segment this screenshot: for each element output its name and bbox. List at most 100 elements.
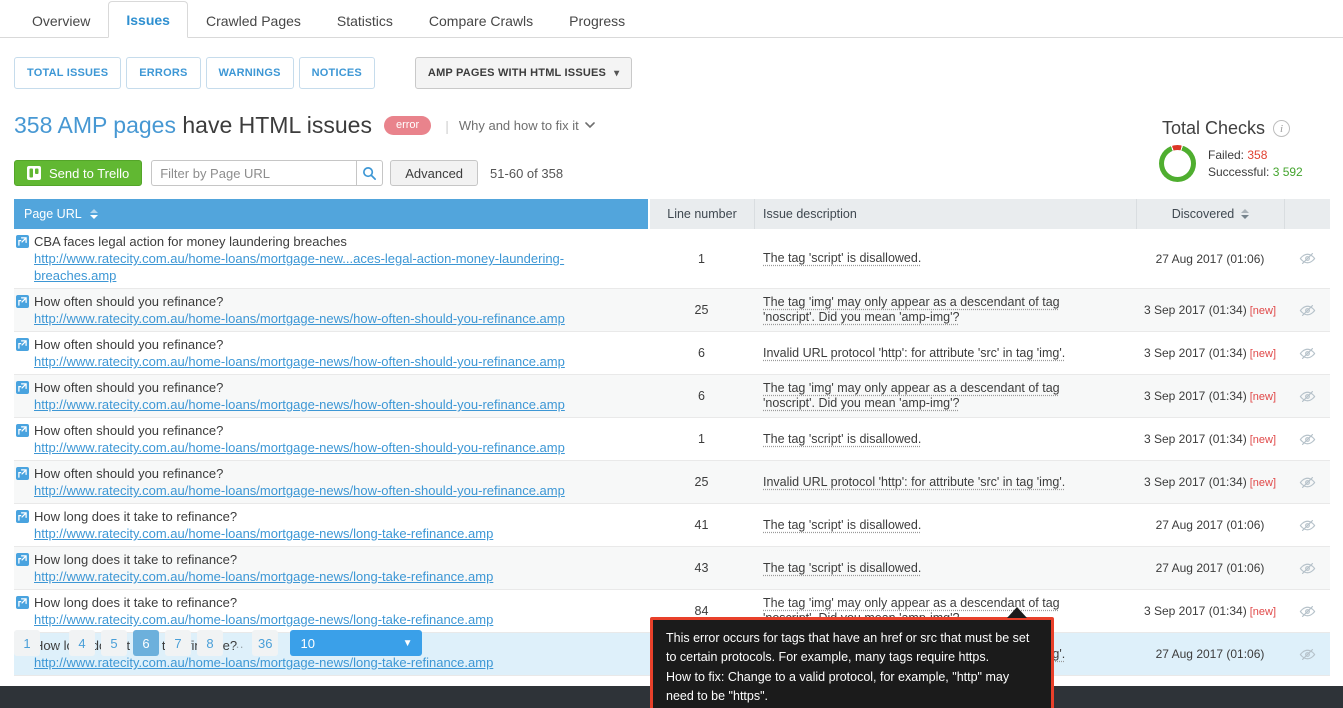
hide-issue-button[interactable] xyxy=(1299,303,1316,318)
tab-compare-crawls[interactable]: Compare Crawls xyxy=(411,2,551,38)
tab-overview[interactable]: Overview xyxy=(14,2,108,38)
page-url-cell: How often should you refinance? http://w… xyxy=(14,418,648,460)
discovered-cell: 3 Sep 2017 (01:34)[new] xyxy=(1136,346,1284,360)
column-header-line-number: Line number xyxy=(648,199,755,229)
issue-description-link[interactable]: The tag 'img' may only appear as a desce… xyxy=(763,295,1060,324)
total-checks-stats: Failed: 358 Successful: 3 592 xyxy=(1208,147,1303,181)
external-link-icon[interactable] xyxy=(16,467,29,480)
search-button[interactable] xyxy=(356,160,383,186)
filter-button-total-issues[interactable]: TOTAL ISSUES xyxy=(14,57,121,89)
table-body: CBA faces legal action for money launder… xyxy=(14,229,1330,676)
page-url-link[interactable]: http://www.ratecity.com.au/home-loans/mo… xyxy=(34,353,565,370)
issues-table: Page URL Line number Issue description D… xyxy=(14,199,1330,676)
page-url-link[interactable]: http://www.ratecity.com.au/home-loans/mo… xyxy=(34,568,493,585)
discovered-cell: 3 Sep 2017 (01:34)[new] xyxy=(1136,604,1284,618)
table-row[interactable]: How long does it take to refinance? http… xyxy=(14,504,1330,547)
advanced-button[interactable]: Advanced xyxy=(390,160,478,186)
hide-issue-button[interactable] xyxy=(1299,518,1316,533)
tab-statistics[interactable]: Statistics xyxy=(319,2,411,38)
external-link-icon[interactable] xyxy=(16,510,29,523)
column-header-page-url[interactable]: Page URL xyxy=(14,199,648,229)
page-buttons: 1…45678…36 xyxy=(14,630,278,656)
table-row[interactable]: CBA faces legal action for money launder… xyxy=(14,229,1330,289)
external-link-icon[interactable] xyxy=(16,235,29,248)
page-url-link[interactable]: http://www.ratecity.com.au/home-loans/mo… xyxy=(34,250,638,284)
line-number-cell: 6 xyxy=(648,389,755,403)
external-link-icon[interactable] xyxy=(16,596,29,609)
external-link-icon[interactable] xyxy=(16,295,29,308)
tab-issues[interactable]: Issues xyxy=(108,1,188,38)
table-row[interactable]: How often should you refinance? http://w… xyxy=(14,461,1330,504)
page-button-1[interactable]: 1 xyxy=(14,630,40,656)
page-url-link[interactable]: http://www.ratecity.com.au/home-loans/mo… xyxy=(34,482,565,499)
hide-issue-button[interactable] xyxy=(1299,251,1316,266)
issue-description-link[interactable]: The tag 'script' is disallowed. xyxy=(763,251,921,265)
page-url-link[interactable]: http://www.ratecity.com.au/home-loans/mo… xyxy=(34,611,493,628)
line-number-cell: 1 xyxy=(648,432,755,446)
filter-button-notices[interactable]: NOTICES xyxy=(299,57,375,89)
page-url-link[interactable]: http://www.ratecity.com.au/home-loans/mo… xyxy=(34,310,565,327)
page-url-cell: How long does it take to refinance? http… xyxy=(14,590,648,632)
page-button-36[interactable]: 36 xyxy=(252,630,278,656)
why-how-to-fix-link[interactable]: Why and how to fix it xyxy=(459,118,595,133)
hide-issue-button[interactable] xyxy=(1299,346,1316,361)
issue-description-link[interactable]: The tag 'script' is disallowed. xyxy=(763,561,921,575)
line-number-cell: 25 xyxy=(648,475,755,489)
issue-description-link[interactable]: The tag 'script' is disallowed. xyxy=(763,432,921,446)
issue-description-link[interactable]: Invalid URL protocol 'http': for attribu… xyxy=(763,346,1065,360)
table-row[interactable]: How long does it take to refinance? http… xyxy=(14,547,1330,590)
filter-button-errors[interactable]: ERRORS xyxy=(126,57,200,89)
external-link-icon[interactable] xyxy=(16,338,29,351)
page-button-6[interactable]: 6 xyxy=(133,630,159,656)
issue-description-link[interactable]: The tag 'img' may only appear as a desce… xyxy=(763,381,1060,410)
table-row[interactable]: How often should you refinance? http://w… xyxy=(14,375,1330,418)
table-row[interactable]: How often should you refinance? http://w… xyxy=(14,418,1330,461)
sort-icon xyxy=(90,209,98,219)
external-link-icon[interactable] xyxy=(16,424,29,437)
page-button-4[interactable]: 4 xyxy=(69,630,95,656)
issue-type-dropdown[interactable]: AMP PAGES WITH HTML ISSUES ▾ xyxy=(415,57,632,89)
hide-issue-button[interactable] xyxy=(1299,389,1316,404)
page-url-link[interactable]: http://www.ratecity.com.au/home-loans/mo… xyxy=(34,654,493,671)
table-row[interactable]: How often should you refinance? http://w… xyxy=(14,332,1330,375)
page-button-8[interactable]: 8 xyxy=(197,630,223,656)
external-link-icon[interactable] xyxy=(16,381,29,394)
page-title-text: How often should you refinance? xyxy=(34,293,223,310)
tab-crawled-pages[interactable]: Crawled Pages xyxy=(188,2,319,38)
info-icon[interactable]: i xyxy=(1273,120,1290,137)
discovered-cell: 27 Aug 2017 (01:06) xyxy=(1136,561,1284,575)
line-number-cell: 6 xyxy=(648,346,755,360)
hide-issue-button[interactable] xyxy=(1299,475,1316,490)
eye-off-icon xyxy=(1299,432,1316,447)
table-row[interactable]: How often should you refinance? http://w… xyxy=(14,289,1330,332)
page-url-link[interactable]: http://www.ratecity.com.au/home-loans/mo… xyxy=(34,439,565,456)
page-title-text: How often should you refinance? xyxy=(34,379,223,396)
trello-icon xyxy=(27,166,41,180)
external-link-icon[interactable] xyxy=(16,553,29,566)
hide-issue-button[interactable] xyxy=(1299,647,1316,662)
issue-description-link[interactable]: Invalid URL protocol 'http': for attribu… xyxy=(763,475,1065,489)
hide-issue-button[interactable] xyxy=(1299,561,1316,576)
successful-value: 3 592 xyxy=(1273,165,1303,179)
issue-help-tooltip: This error occurs for tags that have an … xyxy=(650,617,1054,708)
send-to-trello-button[interactable]: Send to Trello xyxy=(14,160,142,186)
issue-count-link[interactable]: 358 AMP pages xyxy=(14,112,176,138)
issue-description-link[interactable]: The tag 'script' is disallowed. xyxy=(763,518,921,532)
tab-progress[interactable]: Progress xyxy=(551,2,643,38)
page-url-cell: CBA faces legal action for money launder… xyxy=(14,229,648,288)
page-url-link[interactable]: http://www.ratecity.com.au/home-loans/mo… xyxy=(34,396,565,413)
page-button-5[interactable]: 5 xyxy=(101,630,127,656)
column-header-discovered[interactable]: Discovered xyxy=(1136,199,1284,229)
page-url-link[interactable]: http://www.ratecity.com.au/home-loans/mo… xyxy=(34,525,493,542)
page-size-dropdown[interactable]: 10 ▼ xyxy=(290,630,422,656)
hide-issue-button[interactable] xyxy=(1299,604,1316,619)
filter-page-url-input[interactable] xyxy=(151,160,356,186)
hide-issue-button[interactable] xyxy=(1299,432,1316,447)
pagination-ellipsis: … xyxy=(46,630,63,656)
page-title-text: How often should you refinance? xyxy=(34,465,223,482)
page-url-cell: How long does it take to refinance? http… xyxy=(14,547,648,589)
filter-button-warnings[interactable]: WARNINGS xyxy=(206,57,294,89)
page-button-7[interactable]: 7 xyxy=(165,630,191,656)
chevron-down-icon: ▾ xyxy=(614,68,619,79)
new-tag: [new] xyxy=(1250,434,1276,446)
